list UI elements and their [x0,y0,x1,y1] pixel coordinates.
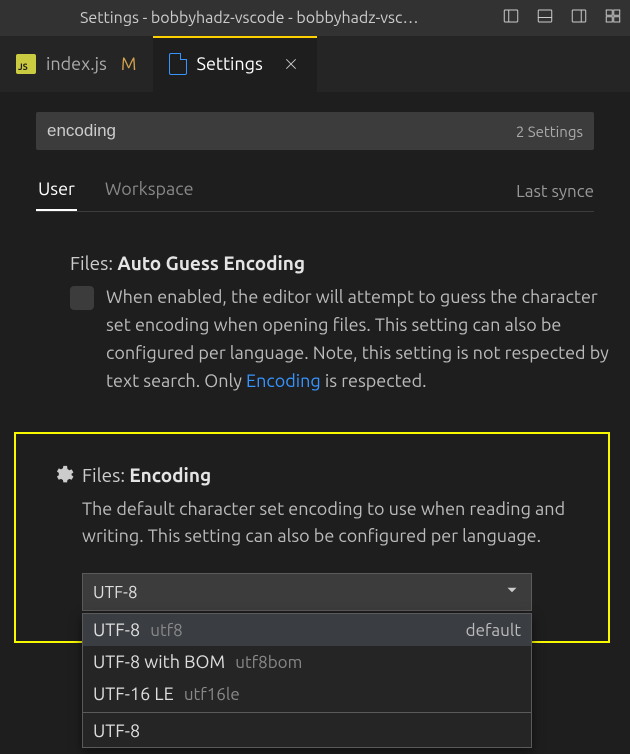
panel-left-icon[interactable] [502,7,520,29]
settings-file-icon [169,53,187,75]
setting-encoding: Files: Encoding The default character se… [32,464,592,612]
title-layout-icons [502,7,622,29]
setting-auto-guess-encoding: Files: Auto Guess Encoding When enabled,… [20,252,610,396]
encoding-dropdown: UTF-8 utf8 default UTF-8 with BOM utf8bo… [82,613,532,748]
panel-bottom-icon[interactable] [536,7,554,29]
settings-search-input[interactable] [47,121,516,141]
layout-grid-icon[interactable] [604,7,622,29]
encoding-select[interactable]: UTF-8 UTF-8 utf8 default UTF-8 with BOM … [82,573,532,611]
tab-label: Settings [197,54,263,74]
setting-description: When enabled, the editor will attempt to… [106,284,610,396]
gear-icon[interactable] [52,464,74,486]
settings-search[interactable]: 2 Settings [36,112,594,150]
chevron-down-icon [503,581,521,603]
setting-title: Files: Auto Guess Encoding [70,252,610,274]
dropdown-separator [83,712,531,713]
tab-settings[interactable]: Settings [153,36,317,92]
encoding-select-value: UTF-8 [93,583,138,602]
tab-label: index.js [46,54,107,74]
encoding-option[interactable]: UTF-8 utf8 default [83,614,531,646]
highlight-box: Files: Encoding The default character se… [14,432,610,644]
setting-title: Files: Encoding [82,464,592,486]
encoding-select-display[interactable]: UTF-8 [82,573,532,611]
settings-scope-row: User Workspace Last synce [36,172,594,212]
dropdown-filter-value: UTF-8 [83,715,531,747]
tabbar: JS index.js M Settings [0,36,630,92]
encoding-option[interactable]: UTF-16 LE utf16le [83,678,531,710]
settings-body: Files: Auto Guess Encoding When enabled,… [0,212,630,663]
panel-right-icon[interactable] [570,7,588,29]
titlebar: Settings - bobbyhadz-vscode - bobbyhadz-… [0,0,630,36]
tab-index-js[interactable]: JS index.js M [0,36,153,92]
setting-description: The default character set encoding to us… [82,496,592,552]
encoding-option[interactable]: UTF-8 with BOM utf8bom [83,646,531,678]
encoding-link[interactable]: Encoding [246,371,321,391]
close-tab-button[interactable] [281,54,301,74]
scope-tab-workspace[interactable]: Workspace [103,173,196,211]
last-synced-label: Last synce [516,182,594,201]
window-title: Settings - bobbyhadz-vscode - bobbyhadz-… [80,9,490,27]
js-file-icon: JS [16,54,36,74]
modified-indicator: M [121,54,137,74]
auto-guess-checkbox[interactable] [70,286,94,310]
scope-tab-user[interactable]: User [36,173,77,211]
settings-match-count: 2 Settings [516,123,583,140]
